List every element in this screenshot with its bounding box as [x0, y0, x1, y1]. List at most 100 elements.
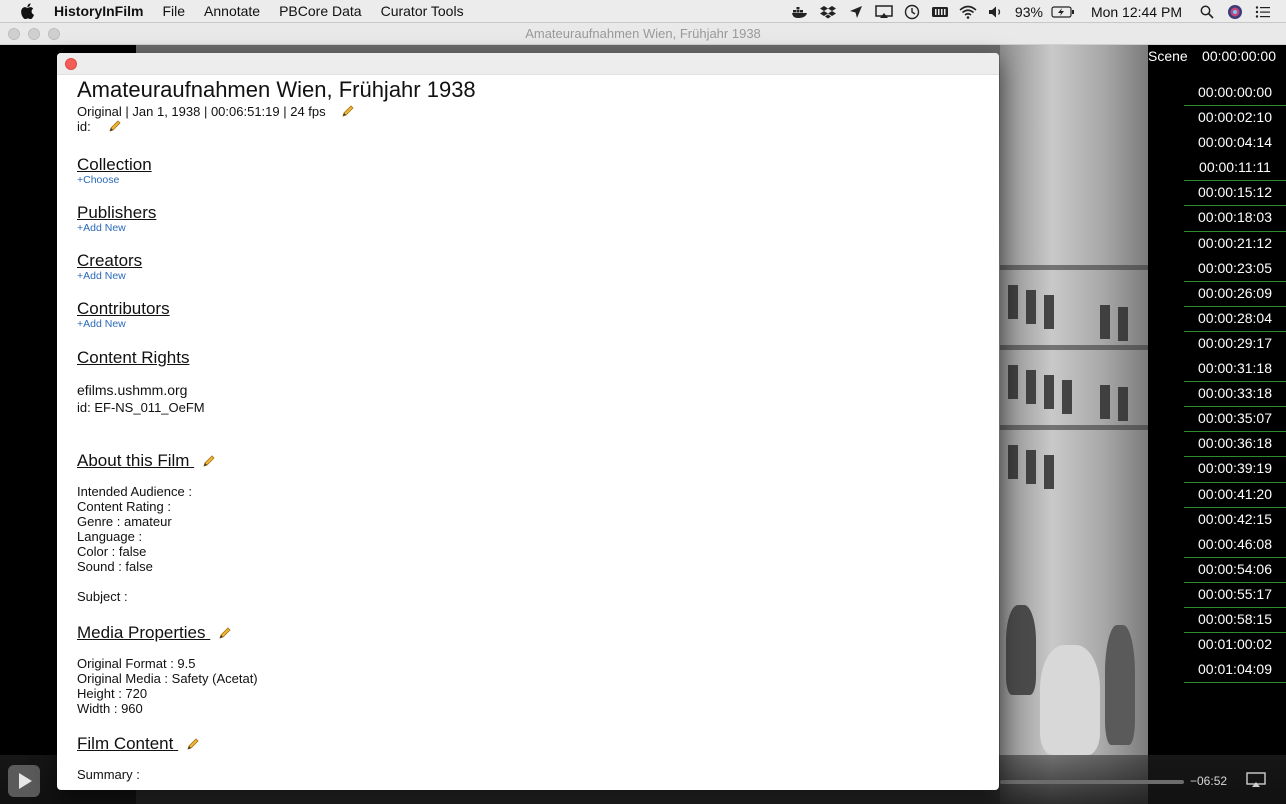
film-title: Amateuraufnahmen Wien, Frühjahr 1938 — [77, 77, 476, 102]
collection-choose-link[interactable]: +Choose — [77, 174, 119, 186]
panel-close-button[interactable] — [65, 58, 77, 70]
film-summary-text: Original | Jan 1, 1938 | 00:06:51:19 | 2… — [77, 104, 326, 119]
media-properties-heading[interactable]: Media Properties — [77, 623, 206, 642]
menu-pbcore-data[interactable]: PBCore Data — [279, 3, 361, 19]
scene-item[interactable]: 00:00:04:14 — [1184, 131, 1286, 156]
scene-header: Scene 00:00:00:00 — [1148, 46, 1286, 66]
scene-item[interactable]: 00:00:21:12 — [1184, 232, 1286, 257]
about-line-sound: Sound : false — [77, 559, 153, 574]
scene-item[interactable]: 00:00:31:18 — [1184, 357, 1286, 383]
scene-item[interactable]: 00:00:58:15 — [1184, 608, 1286, 634]
edit-pencil-icon[interactable] — [108, 119, 122, 133]
menu-app-name[interactable]: HistoryInFilm — [54, 3, 143, 19]
play-button[interactable] — [8, 765, 40, 797]
location-arrow-icon[interactable] — [847, 4, 865, 20]
film-content-summary: Summary : — [77, 767, 140, 782]
about-line-genre: Genre : amateur — [77, 514, 172, 529]
film-metadata-panel: Amateuraufnahmen Wien, Frühjahr 1938 Ori… — [57, 53, 999, 790]
notification-center-icon[interactable] — [1254, 4, 1272, 20]
scene-current-time: 00:00:00:00 — [1202, 48, 1276, 64]
about-film-section: About this Film — [77, 451, 216, 471]
docker-icon[interactable] — [791, 4, 809, 20]
scene-item[interactable]: 00:00:36:18 — [1184, 432, 1286, 458]
wifi-icon[interactable] — [959, 4, 977, 20]
siri-icon[interactable] — [1226, 4, 1244, 20]
battery-charging-icon[interactable] — [1051, 4, 1075, 20]
scene-item[interactable]: 00:00:00:00 — [1184, 81, 1286, 107]
content-rights-id: id: EF-NS_011_OeFM — [77, 400, 205, 415]
scene-item[interactable]: 00:00:28:04 — [1184, 307, 1286, 332]
battery-percent: 93% — [1014, 3, 1043, 20]
edit-pencil-icon[interactable] — [218, 626, 232, 640]
creators-add-link[interactable]: +Add New — [77, 270, 126, 282]
memory-icon[interactable] — [931, 4, 949, 20]
scene-list: 00:00:00:00 00:00:02:10 00:00:04:14 00:00:1… — [1184, 81, 1286, 684]
media-properties-section: Media Properties — [77, 623, 232, 643]
edit-pencil-icon[interactable] — [341, 104, 355, 118]
dropbox-icon[interactable] — [819, 4, 837, 20]
about-subject: Subject : — [77, 589, 128, 604]
about-line-audience: Intended Audience : — [77, 484, 192, 499]
film-summary-line: Original | Jan 1, 1938 | 00:06:51:19 | 2… — [77, 104, 355, 119]
film-content-heading[interactable]: Film Content — [77, 734, 173, 753]
airplay-icon[interactable] — [1246, 772, 1266, 788]
media-line-width: Width : 960 — [77, 701, 143, 716]
volume-icon[interactable] — [987, 4, 1005, 20]
scene-item[interactable]: 00:00:42:15 — [1184, 508, 1286, 533]
about-line-rating: Content Rating : — [77, 499, 171, 514]
collection-heading[interactable]: Collection — [77, 155, 152, 175]
scene-item[interactable]: 00:00:15:12 — [1184, 181, 1286, 207]
about-line-color: Color : false — [77, 544, 147, 559]
scene-item[interactable]: 00:00:54:06 — [1184, 558, 1286, 583]
scene-panel: Scene 00:00:00:00 00:00:00:00 00:00:02:10… — [1148, 45, 1286, 804]
panel-titlebar — [57, 53, 999, 75]
scene-item[interactable]: 00:00:33:18 — [1184, 382, 1286, 408]
about-film-heading[interactable]: About this Film — [77, 451, 189, 470]
media-line-format: Original Format : 9.5 — [77, 656, 196, 671]
media-line-height: Height : 720 — [77, 686, 148, 701]
video-window-title: Amateuraufnahmen Wien, Frühjahr 1938 — [525, 26, 761, 41]
spotlight-search-icon[interactable] — [1198, 4, 1216, 20]
time-machine-icon[interactable] — [903, 4, 921, 20]
menu-file[interactable]: File — [162, 3, 185, 19]
publishers-add-link[interactable]: +Add New — [77, 222, 126, 234]
creators-heading[interactable]: Creators — [77, 251, 142, 271]
edit-pencil-icon[interactable] — [186, 737, 200, 751]
content-rights-heading[interactable]: Content Rights — [77, 348, 189, 368]
menubar-clock[interactable]: Mon 12:44 PM — [1091, 4, 1182, 20]
scene-item[interactable]: 00:00:41:20 — [1184, 483, 1286, 508]
publishers-heading[interactable]: Publishers — [77, 203, 156, 223]
film-id-label: id: — [77, 119, 91, 134]
menu-curator-tools[interactable]: Curator Tools — [381, 3, 464, 19]
scene-item[interactable]: 00:00:35:07 — [1184, 407, 1286, 433]
window-close-button[interactable] — [8, 28, 20, 40]
airplay-display-icon[interactable] — [875, 4, 893, 20]
scene-label: Scene — [1148, 48, 1188, 64]
scene-item[interactable]: 00:00:39:19 — [1184, 457, 1286, 483]
scene-item[interactable]: 00:00:46:08 — [1184, 533, 1286, 558]
timeline-scrubber[interactable] — [1000, 780, 1184, 784]
scene-item[interactable]: 00:01:04:09 — [1184, 658, 1286, 684]
scene-item[interactable]: 00:00:26:09 — [1184, 282, 1286, 307]
scene-item[interactable]: 00:00:02:10 — [1184, 106, 1286, 131]
about-line-language: Language : — [77, 529, 143, 544]
contributors-add-link[interactable]: +Add New — [77, 318, 126, 330]
scene-item[interactable]: 00:00:29:17 — [1184, 332, 1286, 357]
window-minimize-button[interactable] — [28, 28, 40, 40]
contributors-heading[interactable]: Contributors — [77, 299, 170, 319]
edit-pencil-icon[interactable] — [202, 454, 216, 468]
scene-item[interactable]: 00:00:11:11 — [1184, 156, 1286, 182]
video-window-titlebar: Amateuraufnahmen Wien, Frühjahr 1938 — [0, 23, 1286, 45]
scene-item[interactable]: 00:00:18:03 — [1184, 206, 1286, 232]
menu-bar: HistoryInFilm File Annotate PBCore Data … — [0, 0, 1286, 23]
window-zoom-button[interactable] — [48, 28, 60, 40]
media-line-media: Original Media : Safety (Acetat) — [77, 671, 258, 686]
menu-annotate[interactable]: Annotate — [204, 3, 260, 19]
time-remaining: −06:52 — [1190, 774, 1228, 788]
apple-logo-icon[interactable] — [20, 3, 36, 19]
scene-item[interactable]: 00:00:55:17 — [1184, 583, 1286, 608]
status-area: 93% Mon 12:44 PM — [791, 0, 1286, 23]
scene-item[interactable]: 00:01:00:02 — [1184, 633, 1286, 658]
scene-item[interactable]: 00:00:23:05 — [1184, 257, 1286, 282]
film-content-section: Film Content — [77, 734, 200, 754]
